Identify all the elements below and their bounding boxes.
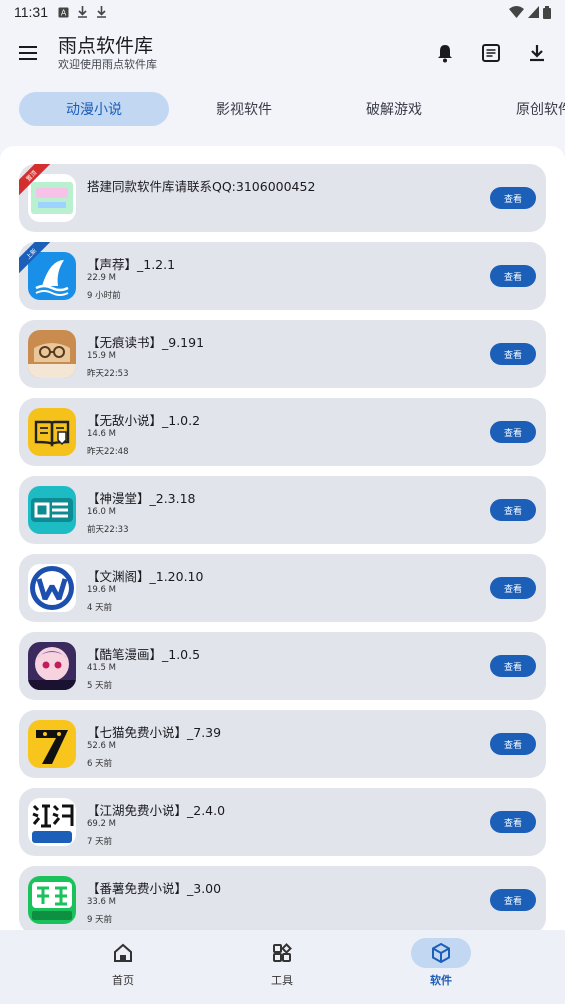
notes-button[interactable] — [477, 39, 505, 67]
app-name: 【江湖免费小说】_2.4.0 — [87, 803, 226, 818]
nav-item-home[interactable]: 首页 — [78, 938, 168, 998]
app-icon — [28, 564, 76, 612]
menu-button[interactable] — [14, 39, 42, 67]
app-icon — [28, 486, 76, 534]
app-icon — [28, 720, 76, 768]
app-title: 雨点软件库 — [58, 35, 154, 57]
app-name: 【番薯免费小说】_3.00 — [87, 881, 222, 896]
category-tabs: 动漫小说 影视软件 破解游戏 原创软件 — [0, 90, 565, 130]
svg-text:A: A — [61, 8, 67, 17]
app-time: 9 天前 — [87, 915, 113, 925]
download-status-icon-2 — [97, 6, 106, 18]
tab-original-software[interactable]: 原创软件 — [469, 92, 565, 126]
list-item[interactable]: 【无敌小说】_1.0.2 14.6 M 昨天22:48 查看 — [19, 398, 546, 466]
app-icon — [28, 252, 76, 300]
status-bar: 11:31 A — [0, 0, 565, 24]
app-time: 前天22:33 — [87, 525, 129, 535]
list-item[interactable]: 上新 【声荐】_1.2.1 22.9 M 9 小时前 查看 — [19, 242, 546, 310]
app-size: 33.6 M — [87, 897, 116, 907]
notification-a-icon: A — [58, 7, 69, 17]
notifications-button[interactable] — [431, 39, 459, 67]
view-button[interactable]: 查看 — [490, 655, 536, 677]
app-size: 14.6 M — [87, 429, 116, 439]
app-icon — [28, 642, 76, 690]
nav-item-tools[interactable]: 工具 — [237, 938, 327, 998]
view-button[interactable]: 查看 — [490, 499, 536, 521]
list-item[interactable]: 置顶 搭建同款软件库请联系QQ:3106000452 查看 — [19, 164, 546, 232]
view-button[interactable]: 查看 — [490, 889, 536, 911]
view-button[interactable]: 查看 — [490, 811, 536, 833]
app-time: 昨天22:48 — [87, 447, 129, 457]
app-name: 【文渊阁】_1.20.10 — [87, 569, 204, 584]
tab-anime-novel[interactable]: 动漫小说 — [19, 92, 169, 126]
app-size: 22.9 M — [87, 273, 116, 283]
list-item[interactable]: 【酷笔漫画】_1.0.5 41.5 M 5 天前 查看 — [19, 632, 546, 700]
list-item[interactable]: 【无痕读书】_9.191 15.9 M 昨天22:53 查看 — [19, 320, 546, 388]
app-name: 【无痕读书】_9.191 — [87, 335, 205, 350]
app-icon — [28, 330, 76, 378]
tab-video-software[interactable]: 影视软件 — [169, 92, 319, 126]
app-time: 6 天前 — [87, 759, 113, 769]
home-icon — [114, 943, 132, 962]
app-size: 16.0 M — [87, 507, 116, 517]
app-titles: 雨点软件库 欢迎使用雨点软件库 — [58, 34, 157, 72]
app-time: 昨天22:53 — [87, 369, 129, 379]
tools-grid-icon — [273, 943, 292, 962]
app-size: 41.5 M — [87, 663, 116, 673]
app-icon — [28, 876, 76, 924]
app-time: 7 天前 — [87, 837, 113, 847]
nav-item-software[interactable]: 软件 — [396, 938, 486, 998]
app-icon — [28, 174, 76, 222]
nav-label-software: 软件 — [430, 974, 452, 987]
list-item[interactable]: 【番薯免费小说】_3.00 33.6 M 9 天前 查看 — [19, 866, 546, 930]
list-item[interactable]: 【文渊阁】_1.20.10 19.6 M 4 天前 查看 — [19, 554, 546, 622]
view-button[interactable]: 查看 — [490, 343, 536, 365]
app-bar: 雨点软件库 欢迎使用雨点软件库 — [0, 24, 565, 82]
app-time: 9 小时前 — [87, 291, 121, 301]
app-icon — [28, 408, 76, 456]
status-time: 11:31 — [14, 4, 48, 20]
list-item[interactable]: 【神漫堂】_2.3.18 16.0 M 前天22:33 查看 — [19, 476, 546, 544]
hamburger-menu-icon — [19, 46, 37, 60]
app-subtitle: 欢迎使用雨点软件库 — [58, 58, 157, 71]
view-button[interactable]: 查看 — [490, 421, 536, 443]
bell-icon — [438, 44, 452, 62]
download-status-icon — [78, 6, 87, 18]
list-item[interactable]: 【七猫免费小说】_7.39 52.6 M 6 天前 查看 — [19, 710, 546, 778]
view-button[interactable]: 查看 — [490, 265, 536, 287]
app-name: 【无敌小说】_1.0.2 — [87, 413, 201, 428]
signal-icon — [528, 6, 539, 18]
nav-label-home: 首页 — [112, 974, 134, 987]
app-size: 19.6 M — [87, 585, 116, 595]
list-item[interactable]: 【江湖免费小说】_2.4.0 69.2 M 7 天前 查看 — [19, 788, 546, 856]
view-button[interactable]: 查看 — [490, 733, 536, 755]
download-button[interactable] — [523, 39, 551, 67]
app-size: 52.6 M — [87, 741, 116, 751]
app-size: 69.2 M — [87, 819, 116, 829]
view-button[interactable]: 查看 — [490, 187, 536, 209]
download-icon — [530, 45, 544, 62]
nav-label-tools: 工具 — [271, 974, 293, 987]
bottom-navigation: 首页 工具 软件 — [0, 930, 565, 1004]
app-name: 【声荐】_1.2.1 — [87, 257, 176, 272]
app-name: 【七猫免费小说】_7.39 — [87, 725, 222, 740]
battery-icon — [543, 5, 551, 19]
app-name: 【酷笔漫画】_1.0.5 — [87, 647, 201, 662]
app-list: 置顶 搭建同款软件库请联系QQ:3106000452 查看 上新 【声荐】_1.… — [0, 146, 565, 930]
app-name: 【神漫堂】_2.3.18 — [87, 491, 196, 506]
app-name: 搭建同款软件库请联系QQ:3106000452 — [87, 179, 316, 194]
app-icon — [28, 798, 76, 846]
wifi-icon — [509, 6, 524, 18]
app-time: 5 天前 — [87, 681, 113, 691]
cube-icon — [432, 943, 450, 963]
app-time: 4 天前 — [87, 603, 113, 613]
notes-icon — [482, 44, 500, 62]
app-size: 15.9 M — [87, 351, 116, 361]
view-button[interactable]: 查看 — [490, 577, 536, 599]
tab-cracked-games[interactable]: 破解游戏 — [319, 92, 469, 126]
